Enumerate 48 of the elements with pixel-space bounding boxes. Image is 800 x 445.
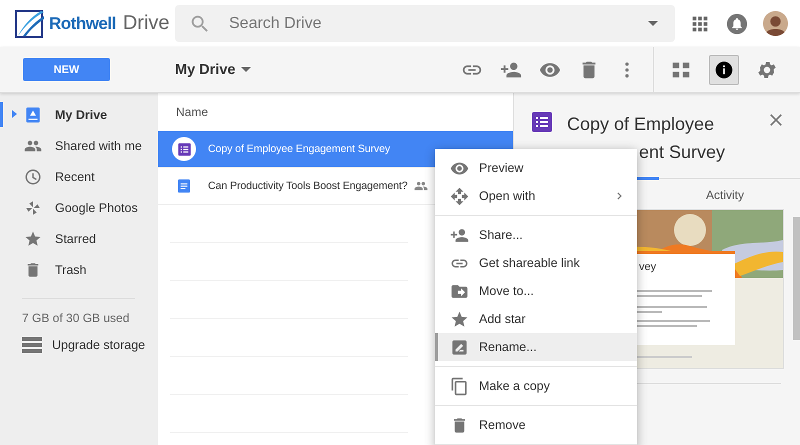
caret-icon[interactable] — [648, 21, 658, 26]
nav-item[interactable]: My Drive — [0, 99, 158, 130]
menu-item[interactable]: Get shareable link — [435, 249, 637, 277]
search-input[interactable]: Search Drive — [227, 14, 648, 34]
copy-icon — [450, 376, 469, 396]
file-name: Copy of Employee Engagement Survey — [208, 143, 390, 155]
file-name: Can Productivity Tools Boost Engagement? — [208, 180, 408, 192]
storage-usage: 7 GB of 30 GB used — [22, 311, 130, 325]
star-icon — [450, 310, 469, 328]
location-dropdown[interactable]: My Drive — [175, 62, 252, 78]
column-header[interactable]: Name — [158, 93, 513, 131]
details-title: Copy of Employee — [567, 113, 716, 136]
four-arrows-icon — [450, 186, 469, 206]
storage-icon — [22, 337, 42, 353]
upgrade-storage-link[interactable]: Upgrade storage — [52, 338, 146, 352]
info-icon — [714, 60, 734, 80]
search-field[interactable]: Search Drive — [175, 5, 675, 42]
drive-icon — [24, 106, 42, 124]
new-button[interactable]: NEW — [23, 58, 110, 81]
info-button[interactable] — [709, 54, 739, 84]
tab[interactable]: Activity — [706, 188, 744, 204]
pencil-icon — [450, 338, 469, 356]
scrollbar[interactable] — [793, 217, 800, 340]
menu-item[interactable]: Rename... — [435, 333, 637, 361]
nav-item[interactable]: Recent — [0, 161, 158, 192]
nav-item[interactable]: Shared with me — [0, 130, 158, 161]
star-icon — [24, 230, 42, 248]
logo-brand: Rothwell — [49, 14, 116, 34]
menu-item[interactable]: Make a copy — [435, 372, 637, 400]
pinwheel-icon — [24, 198, 42, 216]
details-title: ent Survey — [639, 141, 726, 164]
nav-item[interactable]: Google Photos — [0, 192, 158, 223]
form-icon — [530, 110, 554, 134]
notifications-icon[interactable] — [726, 12, 748, 34]
logo-icon — [15, 10, 45, 38]
nav-item[interactable]: Starred — [0, 223, 158, 254]
avatar[interactable] — [763, 11, 788, 36]
menu-item[interactable]: Add star — [435, 305, 637, 333]
menu-item[interactable]: Remove — [435, 411, 637, 439]
form-icon — [176, 142, 192, 156]
menu-item[interactable]: Move to... — [435, 277, 637, 305]
caret-icon — [241, 67, 252, 72]
nav-item[interactable]: Trash — [0, 254, 158, 285]
logo-product: Drive — [122, 12, 170, 35]
preview-heading: vey — [639, 261, 656, 273]
menu-item[interactable]: Share... — [435, 221, 637, 249]
document-icon — [176, 178, 192, 194]
clock-icon — [24, 168, 42, 186]
